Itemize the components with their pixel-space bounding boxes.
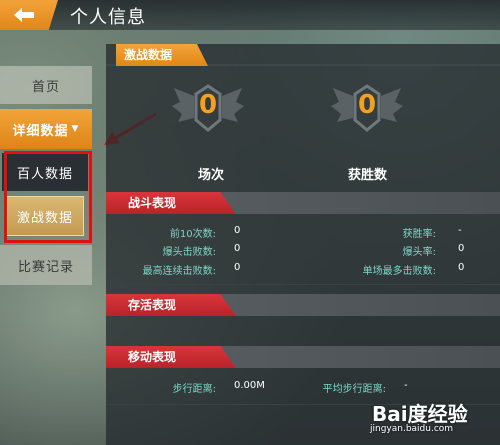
walk-distance-value: 0.00M [234, 380, 265, 391]
walk-distance-label: 步行距离: [172, 384, 216, 395]
top10-label: 前10次数: [169, 229, 216, 240]
movement-section-title: 移动表现 [106, 346, 236, 368]
baidu-jingyan-logo: Bai度经验 [372, 402, 468, 426]
back-button[interactable] [0, 0, 58, 30]
win-rate-value: - [458, 225, 462, 236]
headshot-rate-value: 0 [458, 243, 465, 254]
avg-walk-distance-label: 平均步行距离: [322, 384, 386, 395]
wins-emblem: 0 [327, 80, 407, 140]
page-title: 个人信息 [70, 7, 146, 28]
max-kills-value: 0 [458, 262, 465, 273]
win-rate-label: 获胜率: [402, 229, 436, 240]
max-streak-label: 最高连续击败数: [142, 266, 216, 277]
headshot-rate-label: 爆头率: [402, 247, 436, 258]
combat-section-header: 战斗表现 [106, 192, 500, 214]
nav-item-records-label: 比赛记录 [17, 259, 74, 275]
annotation-highlight-box [4, 151, 92, 243]
back-arrow-icon [14, 8, 36, 22]
nav-item-match-records[interactable]: 比赛记录 [0, 245, 92, 285]
max-streak-value: 0 [234, 262, 241, 273]
matches-label: 场次 [198, 168, 225, 183]
watermark-url: jingyan.baidu.com [370, 424, 454, 434]
headshot-kills-label: 爆头击败数: [162, 247, 216, 258]
tab-battle-data[interactable]: 激战数据 [116, 44, 208, 66]
nav-item-home[interactable]: 首页 [0, 66, 92, 104]
matches-value: 0 [198, 90, 218, 120]
survival-section-title: 存活表现 [106, 294, 236, 316]
chevron-down-icon: ▼ [71, 124, 80, 134]
wins-label: 获胜数 [348, 168, 388, 183]
max-kills-label: 单场最多击败数: [362, 266, 436, 277]
header-bar: 个人信息 [0, 0, 500, 30]
wins-value: 0 [357, 90, 377, 120]
survival-section-header: 存活表现 [106, 294, 500, 316]
nav-item-home-label: 首页 [31, 79, 60, 95]
matches-emblem: 0 [168, 80, 248, 140]
section-divider [106, 284, 500, 285]
headshot-kills-value: 0 [234, 243, 241, 254]
movement-section-header: 移动表现 [106, 346, 500, 368]
nav-item-details-label: 详细数据 [12, 123, 69, 139]
nav-item-details[interactable]: 详细数据 ▼ [0, 109, 92, 149]
top10-value: 0 [234, 225, 241, 236]
main-panel: 激战数据 0 0 场次 获胜数 战斗表现 前10次数: 0 爆头击败数: 0 最… [106, 44, 500, 445]
combat-section-title: 战斗表现 [106, 192, 236, 214]
avg-walk-distance-value: - [404, 380, 408, 391]
